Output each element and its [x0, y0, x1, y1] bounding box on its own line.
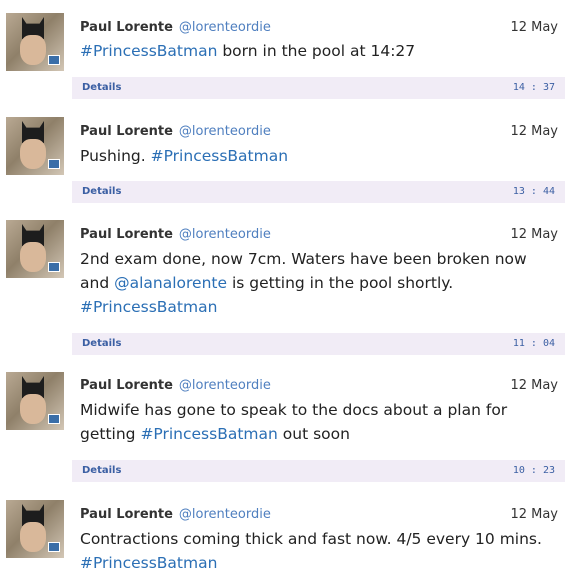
tweet-author[interactable]: Paul Lorente @lorenteordie [80, 20, 271, 35]
user-handle[interactable]: @lorenteordie [179, 378, 271, 393]
user-name[interactable]: Paul Lorente [80, 124, 173, 139]
tweet-author[interactable]: Paul Lorente @lorenteordie [80, 227, 271, 242]
tweet-date: 12 May [510, 227, 558, 242]
tweet-text-before: Contractions coming thick and fast now. … [80, 530, 542, 548]
tweet-author[interactable]: Paul Lorente @lorenteordie [80, 124, 271, 139]
tweet-text: 2nd exam done, now 7cm. Waters have been… [80, 247, 560, 319]
hashtag-link[interactable]: #PrincessBatman [140, 425, 277, 443]
user-handle[interactable]: @lorenteordie [179, 124, 271, 139]
tweet-time: 11 : 04 [512, 338, 555, 349]
details-bar: Details 13 : 44 [72, 181, 565, 203]
details-bar: Details 11 : 04 [72, 333, 565, 355]
avatar[interactable] [6, 13, 64, 71]
user-name[interactable]: Paul Lorente [80, 227, 173, 242]
tweet-author[interactable]: Paul Lorente @lorenteordie [80, 507, 271, 522]
tweet-text: Midwife has gone to speak to the docs ab… [80, 398, 560, 446]
details-bar: Details 14 : 37 [72, 77, 565, 99]
tweet-text: #PrincessBatman born in the pool at 14:2… [80, 39, 560, 63]
details-link[interactable]: Details [82, 465, 121, 476]
details-link[interactable]: Details [82, 338, 121, 349]
mention-link[interactable]: @alanalorente [114, 274, 227, 292]
tweet-date: 12 May [510, 378, 558, 393]
details-bar: Details 10 : 23 [72, 460, 565, 482]
avatar[interactable] [6, 220, 64, 278]
tweet-text-after: out soon [277, 425, 350, 443]
tweet-text: Contractions coming thick and fast now. … [80, 527, 560, 575]
user-handle[interactable]: @lorenteordie [179, 227, 271, 242]
hashtag-link[interactable]: #PrincessBatman [80, 42, 217, 60]
tweet-time: 10 : 23 [512, 465, 555, 476]
tweet-time: 13 : 44 [512, 186, 555, 197]
hashtag-link[interactable]: #PrincessBatman [80, 298, 217, 316]
tweet-author[interactable]: Paul Lorente @lorenteordie [80, 378, 271, 393]
tweet-text-mid: is getting in the pool shortly. [227, 274, 454, 292]
details-link[interactable]: Details [82, 186, 121, 197]
user-name[interactable]: Paul Lorente [80, 20, 173, 35]
hashtag-link[interactable]: #PrincessBatman [151, 147, 288, 165]
user-name[interactable]: Paul Lorente [80, 507, 173, 522]
tweet-date: 12 May [510, 507, 558, 522]
user-name[interactable]: Paul Lorente [80, 378, 173, 393]
details-link[interactable]: Details [82, 82, 121, 93]
hashtag-link[interactable]: #PrincessBatman [80, 554, 217, 572]
tweet-text: Pushing. #PrincessBatman [80, 144, 560, 168]
user-handle[interactable]: @lorenteordie [179, 507, 271, 522]
user-handle[interactable]: @lorenteordie [179, 20, 271, 35]
tweet-date: 12 May [510, 20, 558, 35]
avatar[interactable] [6, 117, 64, 175]
avatar[interactable] [6, 372, 64, 430]
avatar[interactable] [6, 500, 64, 558]
tweet-text-before: Pushing. [80, 147, 151, 165]
tweet-time: 14 : 37 [512, 82, 555, 93]
tweet-date: 12 May [510, 124, 558, 139]
tweet-text-after: born in the pool at 14:27 [217, 42, 416, 60]
